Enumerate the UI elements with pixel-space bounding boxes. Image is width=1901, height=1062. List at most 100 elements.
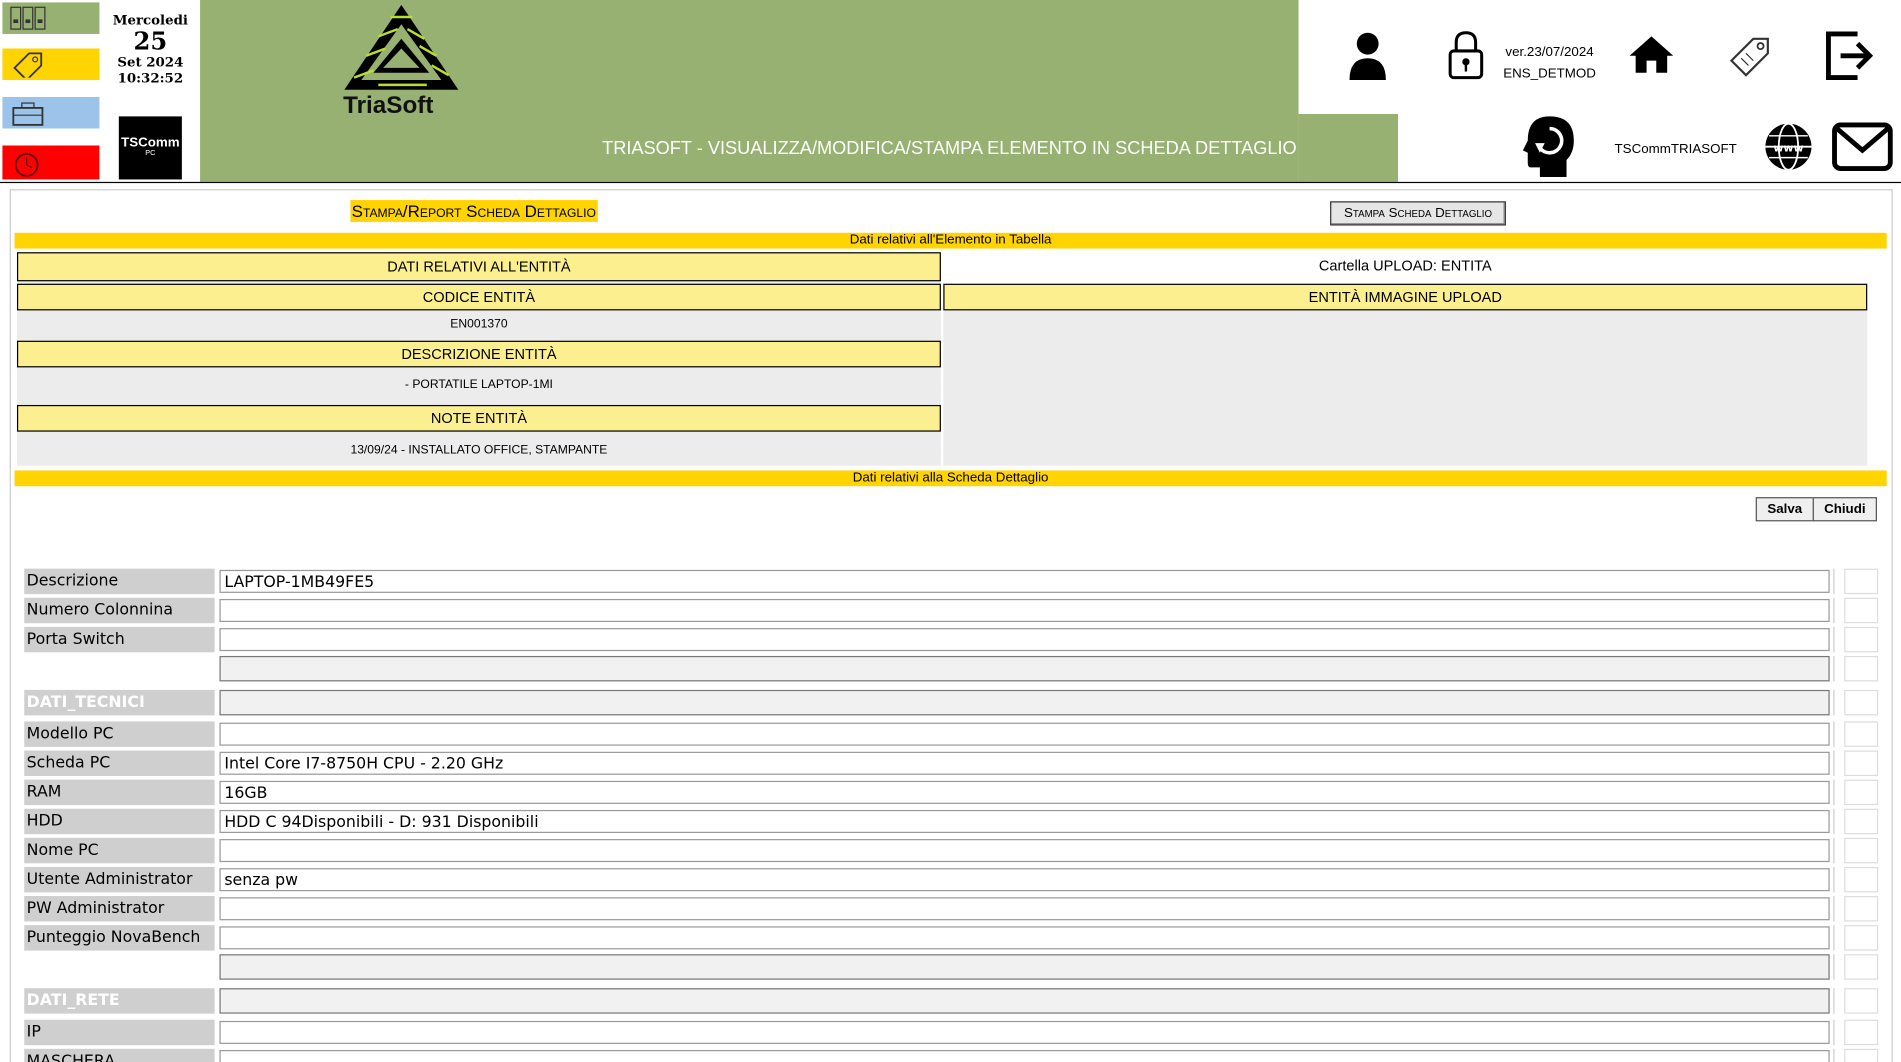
form-field-input[interactable]	[219, 1050, 1830, 1062]
form-section-label: DATI_TECNICI	[24, 689, 215, 716]
form-row-separator	[1833, 1019, 1835, 1046]
price-tag-icon[interactable]	[1727, 32, 1776, 81]
note-entita-label: NOTE ENTITÀ	[16, 404, 941, 432]
tag-icon	[13, 52, 43, 78]
form-row-extra-cell	[1844, 655, 1879, 682]
form-row-separator	[1833, 988, 1835, 1014]
cartella-upload-label: Cartella UPLOAD: ENTITA	[1318, 257, 1492, 275]
form-field-label: MASCHERA	[24, 1048, 215, 1062]
form-field-input[interactable]	[219, 722, 1830, 746]
stampa-report-title: Stampa/Report Scheda Dettaglio	[350, 200, 598, 222]
form-field-label: HDD	[24, 808, 215, 835]
form-field-label: Punteggio NovaBench	[24, 925, 215, 951]
form-row-extra-cell	[1844, 779, 1879, 806]
save-button[interactable]: Salva	[1755, 497, 1814, 522]
form-row-extra-cell	[1844, 1019, 1879, 1046]
form-row-separator	[1833, 866, 1835, 893]
form-spacer-field[interactable]	[219, 954, 1830, 980]
form-row-separator	[1833, 925, 1835, 951]
form-row-separator	[1833, 626, 1835, 653]
form-row-separator	[1833, 808, 1835, 835]
form-field-input[interactable]: 16GB	[219, 780, 1830, 804]
mail-icon[interactable]	[1831, 121, 1894, 172]
form-field-input[interactable]: Intel Core I7-8750H CPU - 2.20 GHz	[219, 751, 1830, 775]
form-field-input[interactable]	[219, 628, 1830, 652]
version-info: ver.23/07/2024 ENS_DETMOD	[1487, 41, 1613, 85]
form-field-input[interactable]	[219, 1020, 1830, 1044]
user-icon[interactable]	[1346, 29, 1390, 82]
form-row-separator	[1833, 721, 1835, 747]
logo-text: TriaSoft	[343, 92, 434, 119]
stampa-scheda-button[interactable]: Stampa Scheda Dettaglio	[1330, 201, 1506, 226]
form-field-label: Nome PC	[24, 837, 215, 864]
form-field-label: Porta Switch	[24, 626, 215, 653]
form-field-input[interactable]: LAPTOP-1MB49FE5	[219, 569, 1830, 593]
form-field-label: Numero Colonnina	[24, 597, 215, 624]
lock-icon[interactable]	[1445, 29, 1486, 82]
version-label: ver.23/07/2024	[1505, 44, 1594, 60]
date-day: 25	[133, 26, 168, 56]
form-row-extra-cell	[1844, 721, 1879, 747]
form-row-separator	[1833, 568, 1835, 595]
form-row-extra-cell	[1844, 925, 1879, 951]
form-field-input[interactable]	[219, 897, 1830, 921]
note-entita-value: 13/09/24 - INSTALLATO OFFICE, STAMPANTE	[16, 443, 941, 461]
form-field-label: Descrizione	[24, 568, 215, 595]
date-display: Mercoledi 25 Set 2024 10:32:52	[102, 12, 199, 86]
archive-icon	[10, 6, 46, 30]
clock-time: 10:32:52	[117, 70, 184, 87]
codice-entita-value: EN001370	[16, 317, 941, 335]
form-row-extra-cell	[1844, 896, 1879, 922]
svg-text:www: www	[1773, 142, 1803, 155]
form-row-extra-cell	[1844, 597, 1879, 624]
support-head-icon[interactable]	[1520, 114, 1578, 179]
form-field-input[interactable]	[219, 926, 1830, 950]
nav-toolbox-button[interactable]	[2, 97, 100, 129]
dati-entita-header: DATI RELATIVI ALL'ENTITÀ	[16, 252, 941, 282]
form-section-field[interactable]	[219, 988, 1830, 1014]
form-field-input[interactable]: HDD C 94Disponibili - D: 931 Disponibili	[219, 809, 1830, 833]
form-section-label: DATI_RETE	[24, 988, 215, 1014]
form-row-separator	[1833, 1048, 1835, 1062]
form-field-label: Utente Administrator	[24, 866, 215, 893]
close-button[interactable]: Chiudi	[1812, 497, 1877, 522]
form-row-separator	[1833, 954, 1835, 980]
form-row-extra-cell	[1844, 750, 1879, 776]
form-row-extra-cell	[1844, 626, 1879, 653]
form-field-input[interactable]: senza pw	[219, 868, 1830, 892]
form-row-separator	[1833, 655, 1835, 682]
form-field-input[interactable]	[219, 839, 1830, 863]
form-row-extra-cell	[1844, 1048, 1879, 1062]
logout-icon[interactable]	[1824, 29, 1877, 82]
module-label: ENS_DETMOD	[1503, 66, 1596, 82]
form-field-label: IP	[24, 1019, 215, 1046]
nav-alarm-button[interactable]	[2, 145, 100, 180]
descrizione-entita-value: - PORTATILE LAPTOP-1MI	[16, 378, 941, 396]
nav-archive-button[interactable]	[2, 2, 100, 34]
page-title: TRIASOFT - VISUALIZZA/MODIFICA/STAMPA EL…	[602, 138, 1297, 159]
date-weekday: Mercoledi	[112, 12, 188, 28]
form-section-field[interactable]	[219, 689, 1830, 716]
form-row-separator	[1833, 837, 1835, 864]
form-field-label: PW Administrator	[24, 896, 215, 922]
form-spacer-field[interactable]	[219, 655, 1830, 682]
form-row-extra-cell	[1844, 689, 1879, 716]
codice-entita-label: CODICE ENTITÀ	[16, 283, 941, 311]
home-icon[interactable]	[1627, 34, 1676, 75]
nav-tag-button[interactable]	[2, 48, 100, 81]
section-elemento-bar: Dati relativi all'Elemento in Tabella	[14, 232, 1887, 249]
form-row-extra-cell	[1844, 568, 1879, 595]
tscomm-badge[interactable]: TSComm PC	[118, 116, 182, 180]
tscomm-name: TSCommTRIASOFT	[1614, 141, 1737, 157]
tscomm-badge-sub: PC	[145, 150, 156, 158]
globe-icon[interactable]: www	[1763, 121, 1814, 172]
left-nav	[0, 0, 100, 182]
form-row-separator	[1833, 689, 1835, 716]
form-row-extra-cell	[1844, 988, 1879, 1014]
form-row-separator	[1833, 597, 1835, 624]
form-field-input[interactable]	[219, 598, 1830, 623]
image-upload-area	[943, 310, 1868, 466]
descrizione-entita-label: DESCRIZIONE ENTITÀ	[16, 340, 941, 368]
form-row-extra-cell	[1844, 954, 1879, 980]
toolbox-icon	[12, 102, 44, 126]
